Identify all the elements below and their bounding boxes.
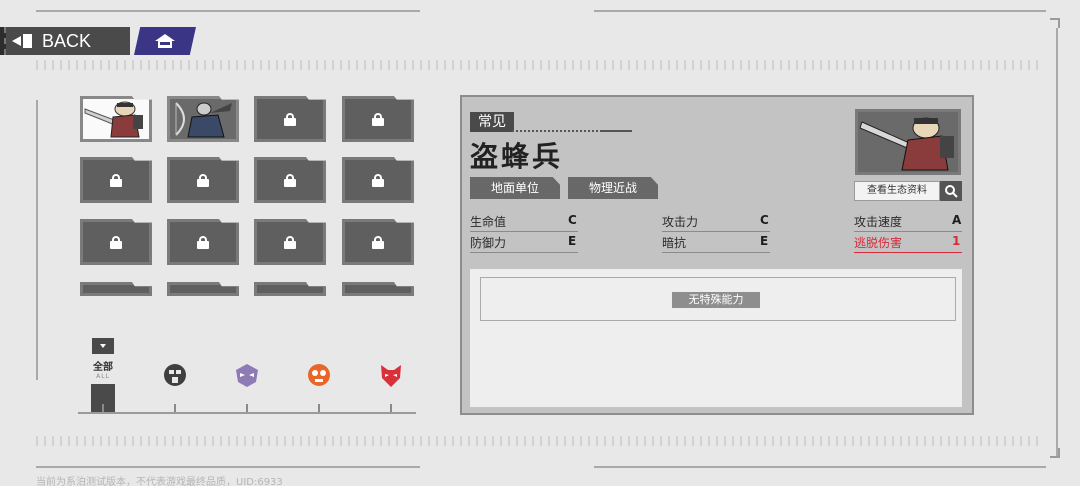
filter-tick xyxy=(246,404,248,412)
unit-slot-15[interactable] xyxy=(254,282,326,296)
unit-slot-4[interactable] xyxy=(342,96,414,142)
stat-label-attack-speed: 攻击速度 xyxy=(854,215,903,229)
stat-grade-attack-speed: A xyxy=(952,213,962,227)
filter-axis xyxy=(78,412,416,414)
stat-divider xyxy=(470,231,578,232)
filter-faction-2[interactable] xyxy=(232,362,262,392)
stat-grade-defense: E xyxy=(568,234,577,248)
stat-label-dark-resist: 暗抗 xyxy=(662,236,687,250)
lock-icon xyxy=(197,235,209,249)
lock-icon xyxy=(284,173,296,187)
filter-faction-1[interactable] xyxy=(160,362,190,392)
unit-info-panel: 常见 盗蜂兵 地面单位 物理近战 查看生态资料 生命值 C 攻击力 C 攻击速度… xyxy=(460,95,974,415)
unit-portrait xyxy=(855,109,961,175)
filter-faction-3[interactable] xyxy=(304,362,334,392)
filter-tick xyxy=(390,404,392,412)
build-notice: 当前为系泊测试版本，不代表游戏最终品质，UID:6933 xyxy=(36,477,283,486)
unit-slot-6[interactable] xyxy=(167,157,239,203)
lock-icon xyxy=(110,173,122,187)
bottom-dash-strip xyxy=(36,436,1044,446)
filter-tick xyxy=(102,404,104,412)
stat-grade-hp: C xyxy=(568,213,577,227)
unit-slot-13[interactable] xyxy=(80,282,152,296)
unit-portrait-art xyxy=(859,117,954,171)
lock-icon xyxy=(110,235,122,249)
unit-slot-8[interactable] xyxy=(342,157,414,203)
unit-slot-14[interactable] xyxy=(167,282,239,296)
stat-divider-red xyxy=(854,252,962,253)
stat-divider xyxy=(470,252,578,253)
frame-right xyxy=(1056,28,1058,458)
filter-tick xyxy=(174,404,176,412)
back-arrow-icon xyxy=(12,33,34,49)
stat-label-hp: 生命值 xyxy=(470,215,507,229)
faction-mask-dark-icon xyxy=(164,364,186,386)
tag-physical-melee: 物理近战 xyxy=(568,177,658,199)
stat-divider xyxy=(662,231,770,232)
stat-grade-attack: C xyxy=(760,213,769,227)
lock-icon xyxy=(372,112,384,126)
faction-mask-orange-icon xyxy=(308,364,330,386)
back-label: BACK xyxy=(42,30,92,51)
frame-left xyxy=(36,100,38,380)
unit-slot-3[interactable] xyxy=(254,96,326,142)
ability-label: 无特殊能力 xyxy=(672,292,760,308)
back-button[interactable]: BACK xyxy=(0,27,130,55)
rarity-underline-solid xyxy=(600,130,632,132)
search-icon xyxy=(945,185,958,198)
stat-divider xyxy=(662,252,770,253)
unit-slot-1[interactable] xyxy=(80,96,152,142)
stat-label-attack: 攻击力 xyxy=(662,215,699,229)
corner-mark-top xyxy=(1050,18,1060,28)
stat-grade-dark-resist: E xyxy=(760,234,769,248)
frame-bottom-right xyxy=(594,466,1046,468)
dropdown-icon xyxy=(92,338,114,354)
back-button-tick xyxy=(0,27,6,55)
lock-icon xyxy=(284,112,296,126)
faction-mask-red-icon xyxy=(381,365,401,387)
home-button[interactable] xyxy=(134,27,196,55)
frame-top-right xyxy=(594,10,1046,12)
unit-slot-12[interactable] xyxy=(342,219,414,265)
stat-label-defense: 防御力 xyxy=(470,236,507,250)
filter-tick xyxy=(318,404,320,412)
unit-thumb-bee-soldier xyxy=(84,101,143,138)
corner-mark-bottom xyxy=(1050,448,1060,458)
unit-slot-2[interactable] xyxy=(167,96,239,142)
filter-all-sub: ALL xyxy=(96,373,110,380)
lock-icon xyxy=(284,235,296,249)
view-bio-button[interactable]: 查看生态资料 xyxy=(854,181,940,201)
unit-slot-10[interactable] xyxy=(167,219,239,265)
bio-search-button[interactable] xyxy=(940,181,962,201)
filter-all[interactable]: 全部 ALL xyxy=(86,338,120,380)
rarity-badge: 常见 xyxy=(470,112,514,132)
unit-name: 盗蜂兵 xyxy=(470,140,564,173)
unit-slot-16[interactable] xyxy=(342,282,414,296)
lock-icon xyxy=(372,173,384,187)
lock-icon xyxy=(372,235,384,249)
unit-slot-5[interactable] xyxy=(80,157,152,203)
frame-bottom-left xyxy=(36,466,420,468)
tag-ground-unit: 地面单位 xyxy=(470,177,560,199)
frame-top-left xyxy=(36,10,420,12)
unit-slot-9[interactable] xyxy=(80,219,152,265)
filter-faction-4[interactable] xyxy=(376,362,406,392)
filter-all-label: 全部 xyxy=(93,362,113,373)
top-dash-strip xyxy=(36,60,1044,70)
stat-divider xyxy=(854,231,962,232)
lock-icon xyxy=(197,173,209,187)
stat-label-escape-damage: 逃脱伤害 xyxy=(854,236,903,250)
unit-thumb-archer xyxy=(175,102,232,138)
unit-slot-7[interactable] xyxy=(254,157,326,203)
unit-slot-11[interactable] xyxy=(254,219,326,265)
stat-grade-escape-damage: 1 xyxy=(952,234,961,248)
faction-mask-purple-icon xyxy=(236,364,258,387)
home-icon xyxy=(155,34,175,48)
